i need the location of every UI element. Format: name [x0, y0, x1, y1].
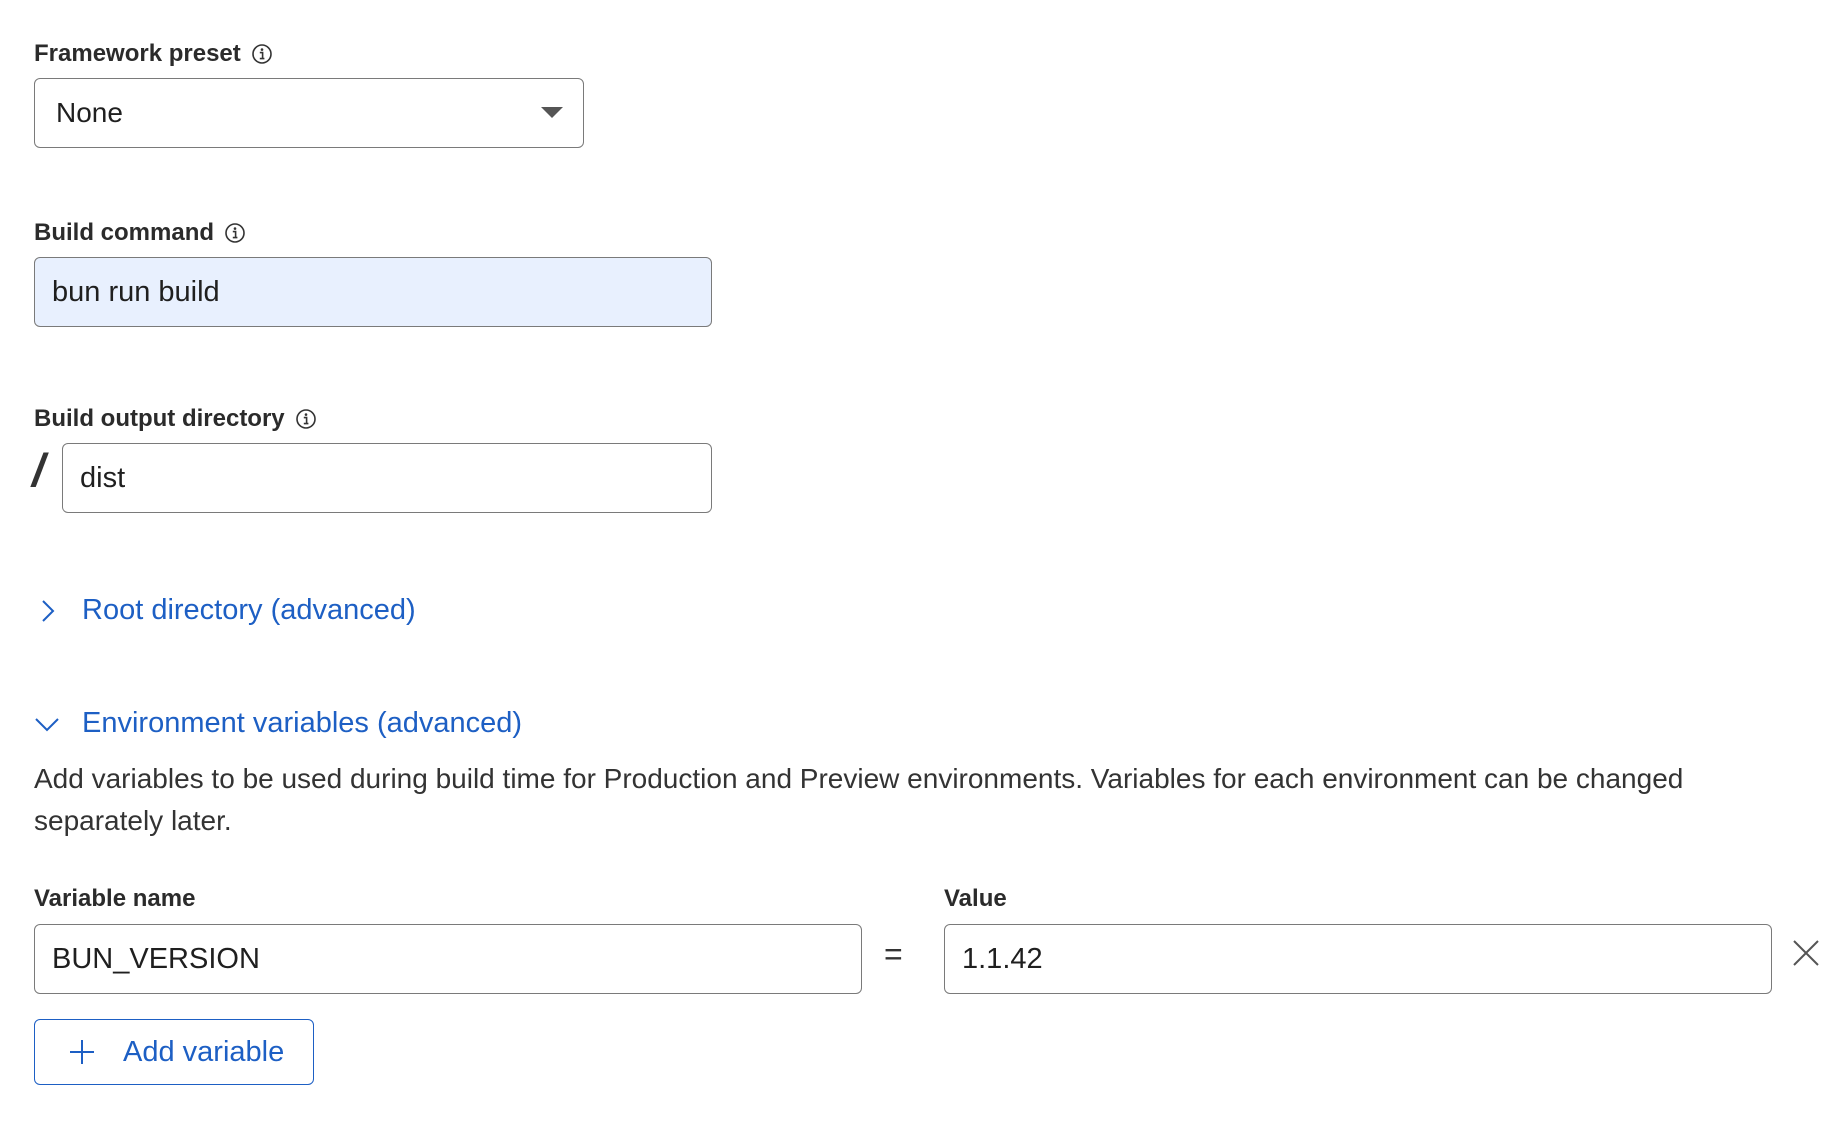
framework-preset-label-text: Framework preset — [34, 40, 241, 67]
caret-down-icon — [541, 107, 563, 118]
root-directory-toggle[interactable]: Root directory (advanced) — [34, 594, 416, 627]
root-path-prefix: / — [32, 444, 45, 496]
variable-value-input[interactable]: 1.1.42 — [944, 924, 1772, 994]
environment-variables-description: Add variables to be used during build ti… — [34, 763, 1684, 836]
remove-variable-button[interactable] — [1790, 937, 1822, 969]
build-output-directory-label-text: Build output directory — [34, 405, 285, 432]
framework-preset-select[interactable]: None — [34, 78, 584, 148]
info-icon[interactable] — [251, 43, 273, 65]
add-variable-button[interactable]: Add variable — [34, 1019, 314, 1085]
build-output-directory-label: Build output directory — [34, 407, 317, 431]
variable-value-value: 1.1.42 — [962, 942, 1043, 975]
environment-variables-toggle[interactable]: Environment variables (advanced) — [34, 707, 522, 740]
build-settings-form: Framework preset None Build command bun … — [0, 0, 1846, 1124]
build-command-input[interactable]: bun run build — [34, 257, 712, 327]
root-directory-label: Root directory (advanced) — [82, 594, 416, 626]
chevron-right-icon — [42, 599, 55, 622]
info-icon[interactable] — [295, 408, 317, 430]
build-command-value: bun run build — [52, 275, 220, 308]
plus-icon — [70, 1040, 94, 1064]
variable-name-input[interactable]: BUN_VERSION — [34, 924, 862, 994]
framework-preset-label: Framework preset — [34, 42, 273, 66]
value-column-label: Value — [944, 885, 1007, 912]
build-output-directory-input[interactable]: dist — [62, 443, 712, 513]
build-output-directory-value: dist — [80, 461, 126, 494]
variable-name-column-label: Variable name — [34, 885, 196, 912]
add-variable-label: Add variable — [123, 1035, 285, 1068]
chevron-down-icon — [35, 717, 59, 731]
variable-name-value: BUN_VERSION — [52, 942, 260, 975]
build-command-label: Build command — [34, 221, 246, 245]
equals-separator: = — [884, 936, 903, 972]
build-command-label-text: Build command — [34, 219, 215, 246]
framework-preset-selected-value: None — [56, 97, 123, 128]
info-icon[interactable] — [224, 222, 246, 244]
environment-variables-label: Environment variables (advanced) — [82, 707, 523, 739]
close-icon — [1793, 940, 1819, 966]
